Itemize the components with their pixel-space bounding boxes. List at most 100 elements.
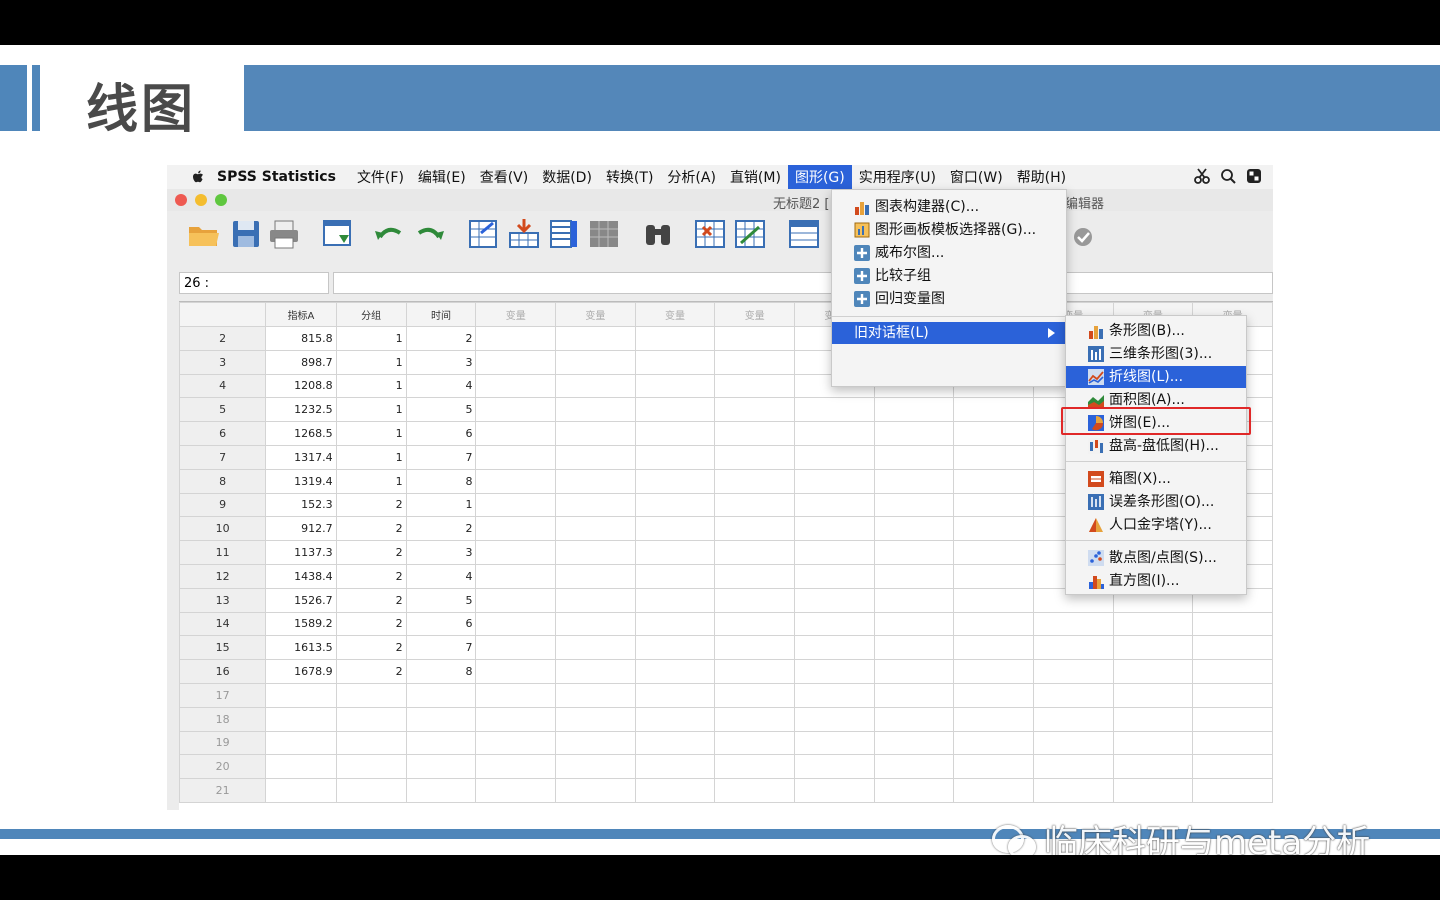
menu-utilities[interactable]: 实用程序(U) [852,165,943,190]
cell-empty[interactable] [873,397,955,423]
menu-item-weibull[interactable]: 威布尔图... [832,242,1066,264]
cell-group[interactable]: 2 [335,516,407,542]
cell-empty[interactable] [634,516,716,542]
row-header[interactable]: 17 [179,682,267,708]
cell-empty[interactable] [953,468,1034,494]
cell-group[interactable]: 2 [335,540,407,565]
cell-empty[interactable] [634,492,716,518]
menu-direct-marketing[interactable]: 直销(M) [723,165,788,190]
cell-group[interactable]: 2 [335,563,407,589]
cell-empty[interactable] [634,730,716,756]
cell-empty[interactable] [555,326,636,351]
column-header[interactable]: 变量 [714,302,796,327]
cell-empty[interactable] [555,540,636,565]
cell-empty[interactable] [634,611,716,637]
menu-data[interactable]: 数据(D) [535,165,599,190]
cell-empty[interactable] [1192,659,1273,684]
row-header[interactable]: 5 [179,397,267,423]
cell-empty[interactable] [953,611,1034,637]
row-header[interactable]: 7 [179,444,267,470]
cell-empty[interactable] [953,778,1034,803]
cell-time[interactable]: 2 [405,516,477,542]
cell-time[interactable]: 4 [405,563,477,589]
menu-item-compare-subgroups[interactable]: 比较子组 [832,265,1066,287]
cell-empty[interactable] [634,706,716,732]
cell-time[interactable]: 7 [405,444,477,470]
spell-check-icon[interactable] [1063,217,1097,251]
cell-empty[interactable] [634,563,716,589]
cell-empty[interactable] [555,516,636,542]
menu-item-high-low[interactable]: 盘高-盘低图(H)... [1066,435,1246,457]
minimize-button[interactable] [195,194,207,206]
cell-empty[interactable] [953,587,1034,613]
cell-empty[interactable] [953,492,1034,518]
cell-empty[interactable] [953,444,1034,470]
cell-empty[interactable] [634,659,716,684]
row-header[interactable]: 2 [179,326,267,351]
row-header[interactable]: 10 [179,516,267,542]
cell-time[interactable] [405,730,477,756]
cell-empty[interactable] [953,730,1034,756]
cell-group[interactable]: 2 [335,635,407,661]
cell-group[interactable]: 1 [335,397,407,423]
cell-time[interactable]: 6 [405,421,477,446]
cell-group[interactable] [335,778,407,803]
cell-empty[interactable] [1112,611,1194,637]
cell-empty[interactable] [1112,730,1194,756]
column-header[interactable]: 指标A [265,302,337,327]
cell-indicator-a[interactable]: 1678.9 [265,659,337,684]
cell-empty[interactable] [475,730,557,756]
cell-empty[interactable] [794,730,875,756]
cell-empty[interactable] [555,444,636,470]
cell-empty[interactable] [953,682,1034,708]
cell-time[interactable]: 3 [405,349,477,375]
cell-empty[interactable] [475,326,557,351]
cell-indicator-a[interactable]: 1613.5 [265,635,337,661]
row-header[interactable]: 12 [179,563,267,589]
cell-empty[interactable] [1112,682,1194,708]
cell-group[interactable]: 2 [335,659,407,684]
cell-empty[interactable] [475,444,557,470]
cell-empty[interactable] [475,778,557,803]
cell-empty[interactable] [794,540,875,565]
cell-indicator-a[interactable]: 1319.4 [265,468,337,494]
cell-empty[interactable] [794,587,875,613]
cell-time[interactable]: 1 [405,492,477,518]
cell-empty[interactable] [873,421,955,446]
cell-time[interactable]: 5 [405,587,477,613]
cell-empty[interactable] [555,563,636,589]
cell-empty[interactable] [1112,659,1194,684]
zoom-button[interactable] [215,194,227,206]
menu-item-chart-builder[interactable]: 图表构建器(C)... [832,196,1066,218]
cell-time[interactable]: 3 [405,540,477,565]
save-icon[interactable] [229,217,263,251]
cell-empty[interactable] [475,421,557,446]
cell-empty[interactable] [873,611,955,637]
cell-empty[interactable] [634,754,716,780]
cell-empty[interactable] [953,635,1034,661]
cell-empty[interactable] [475,540,557,565]
cell-empty[interactable] [555,492,636,518]
menu-window[interactable]: 窗口(W) [943,165,1010,190]
cell-empty[interactable] [873,516,955,542]
cell-empty[interactable] [953,540,1034,565]
cell-empty[interactable] [1032,754,1114,780]
menu-item-error-bar[interactable]: 误差条形图(O)... [1066,491,1246,513]
split-file-icon[interactable] [787,217,821,251]
menu-item-histogram[interactable]: 直方图(I)... [1066,570,1246,592]
cell-empty[interactable] [555,635,636,661]
cell-empty[interactable] [714,730,796,756]
scissors-icon[interactable] [1193,167,1211,185]
cell-empty[interactable] [555,754,636,780]
cell-empty[interactable] [475,468,557,494]
menu-item-regression-plots[interactable]: 回归变量图 [832,288,1066,310]
cell-empty[interactable] [1032,611,1114,637]
cell-empty[interactable] [634,349,716,375]
cell-group[interactable]: 2 [335,587,407,613]
cell-empty[interactable] [475,754,557,780]
cell-empty[interactable] [794,563,875,589]
find-icon[interactable] [641,217,675,251]
goto-case-icon[interactable] [467,217,501,251]
cell-empty[interactable] [475,635,557,661]
cell-group[interactable] [335,706,407,732]
